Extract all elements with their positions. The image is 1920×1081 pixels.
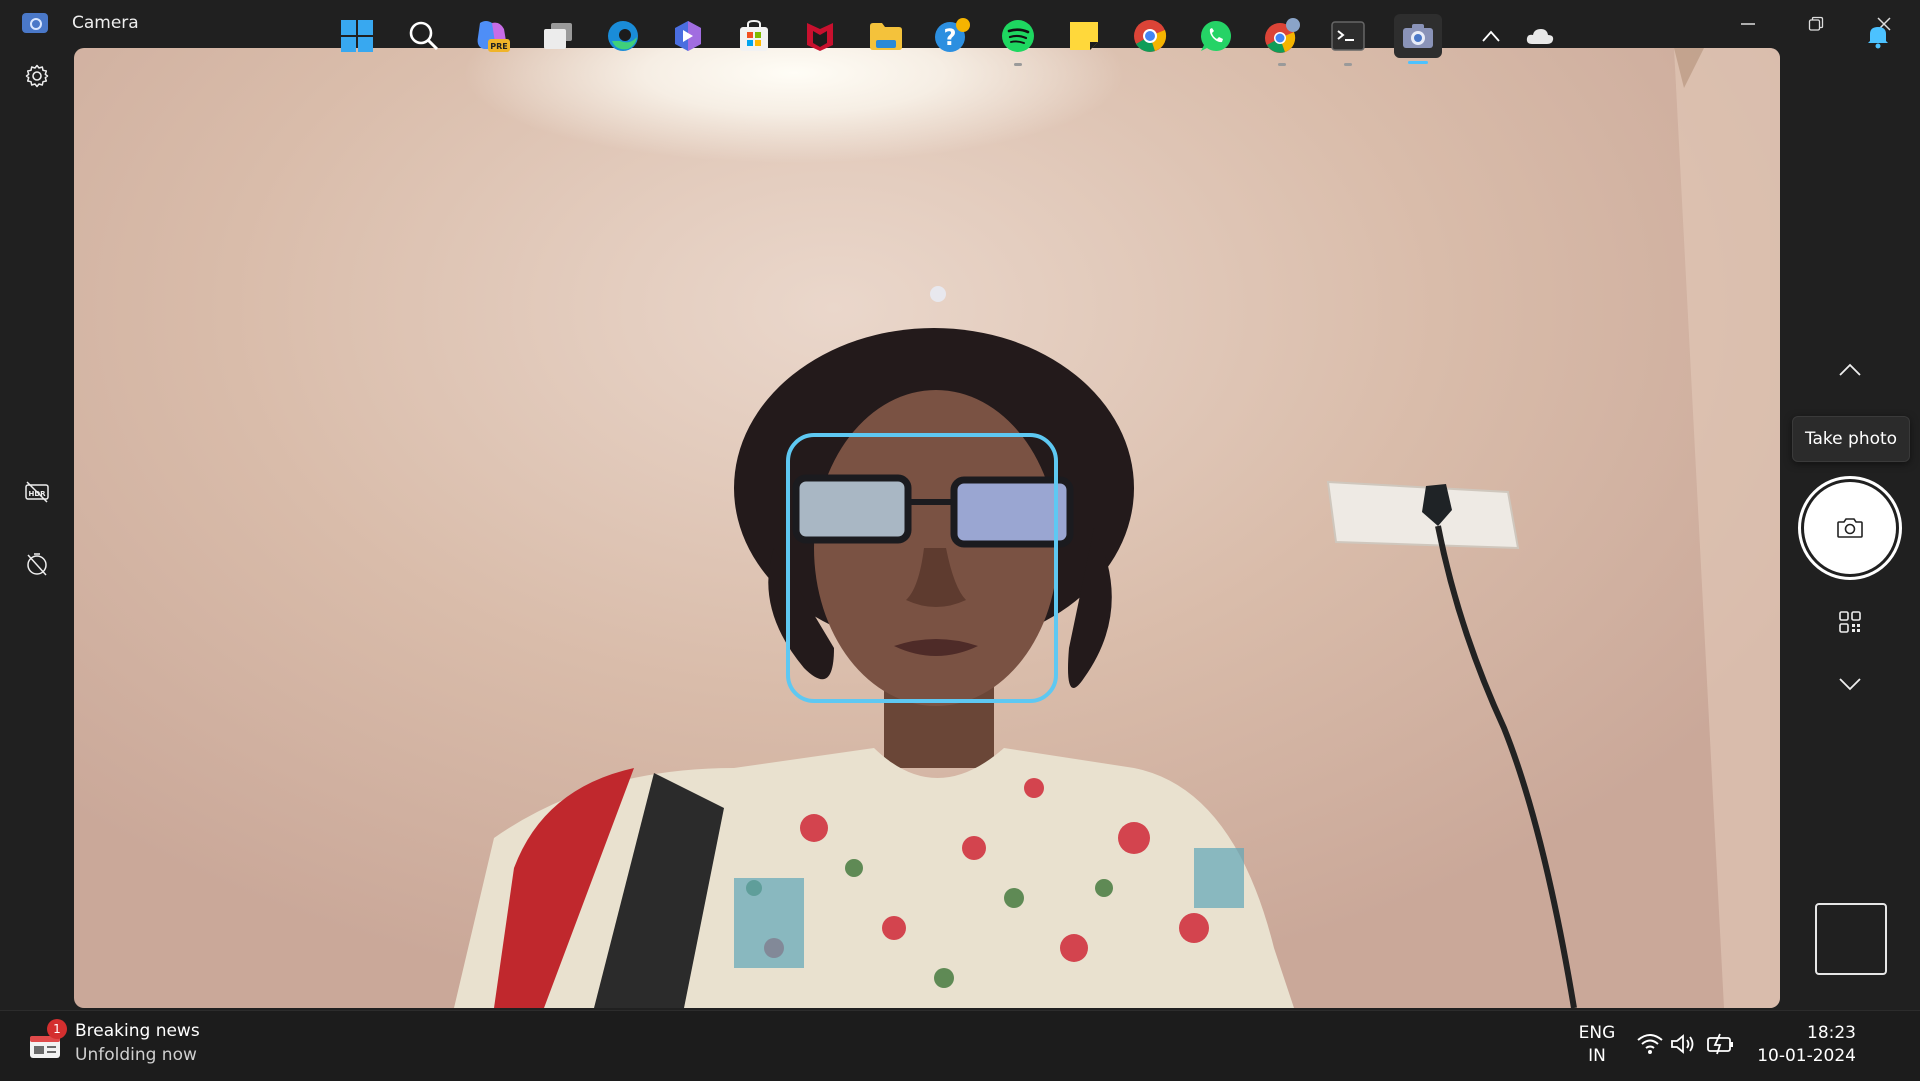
mode-up-button[interactable] xyxy=(1834,354,1866,386)
camera-taskbar-button[interactable] xyxy=(1394,14,1442,64)
restore-button[interactable] xyxy=(1782,0,1850,48)
cloud-icon xyxy=(1526,29,1554,44)
hdr-toggle-button[interactable]: HDR xyxy=(21,476,53,508)
left-control-rail xyxy=(0,48,74,1010)
chevron-down-icon xyxy=(1839,678,1861,691)
news-badge: 1 xyxy=(47,1019,67,1039)
file-explorer-button[interactable] xyxy=(866,16,906,56)
terminal-running-indicator xyxy=(1344,63,1352,66)
chevron-up-icon xyxy=(1482,30,1500,42)
battery-charging-icon xyxy=(1707,1033,1733,1055)
timer-toggle-button[interactable] xyxy=(21,548,53,580)
terminal-icon xyxy=(1331,21,1365,51)
copilot-pre-icon: PRE xyxy=(477,21,510,52)
language-code: ENG xyxy=(1578,1023,1616,1043)
chevron-up-icon xyxy=(1839,363,1861,376)
qr-code-scan-button[interactable] xyxy=(1834,606,1866,638)
copilot-button[interactable]: PRE xyxy=(472,16,512,56)
taskbar xyxy=(0,1010,1920,1081)
mode-down-button[interactable] xyxy=(1834,668,1866,700)
bing-icon xyxy=(675,21,701,51)
spotify-running-indicator xyxy=(1014,63,1022,66)
store-button[interactable] xyxy=(734,16,774,56)
restore-icon xyxy=(1808,16,1824,31)
face-detection-box xyxy=(786,433,1058,703)
news-title: Breaking news xyxy=(75,1021,200,1041)
whatsapp-button[interactable] xyxy=(1196,16,1236,56)
store-icon xyxy=(740,19,768,51)
whatsapp-icon xyxy=(1201,21,1231,52)
region-code: IN xyxy=(1588,1046,1606,1066)
clock-time: 18:23 xyxy=(1807,1023,1856,1043)
task-view-button[interactable] xyxy=(538,16,578,56)
folder-icon xyxy=(870,23,902,50)
mcafee-button[interactable] xyxy=(800,16,840,56)
bell-icon xyxy=(1868,27,1888,49)
camera-viewfinder[interactable] xyxy=(74,48,1780,1008)
last-capture-thumbnail[interactable] xyxy=(1815,903,1887,975)
sticky-notes-icon xyxy=(1070,22,1098,50)
camera-icon xyxy=(1837,518,1863,538)
svg-text:PRE: PRE xyxy=(490,42,508,51)
show-hidden-icons-button[interactable] xyxy=(1471,16,1511,56)
help-icon: ? xyxy=(935,18,970,52)
camera-app-icon xyxy=(22,13,48,33)
spotify-button[interactable] xyxy=(998,16,1038,66)
svg-text:?: ? xyxy=(944,26,957,51)
volume-icon xyxy=(1671,1034,1694,1054)
clock[interactable]: 18:23 10-01-2024 xyxy=(1756,1020,1856,1070)
language-indicator[interactable]: ENG IN xyxy=(1570,1020,1624,1070)
mcafee-icon xyxy=(807,23,833,51)
camera-active-indicator xyxy=(1408,61,1428,64)
windows-icon xyxy=(341,20,373,52)
edge-icon xyxy=(608,21,638,51)
take-photo-tooltip: Take photo xyxy=(1792,416,1910,462)
spotify-icon xyxy=(1002,20,1034,52)
wifi-icon xyxy=(1637,1034,1663,1054)
chrome-profile-running-indicator xyxy=(1278,63,1286,66)
settings-button[interactable] xyxy=(21,60,53,92)
camera-icon xyxy=(1403,24,1433,48)
start-button[interactable] xyxy=(337,16,377,56)
minimize-button[interactable] xyxy=(1714,0,1782,48)
take-photo-button[interactable] xyxy=(1798,476,1902,580)
task-view-icon xyxy=(544,23,572,49)
sticky-notes-button[interactable] xyxy=(1064,16,1104,56)
notifications-button[interactable] xyxy=(1858,16,1898,56)
hdr-off-icon: HDR xyxy=(25,481,49,503)
search-button[interactable] xyxy=(404,16,444,56)
chrome-profile-button[interactable] xyxy=(1262,16,1302,66)
clock-date: 10-01-2024 xyxy=(1757,1046,1856,1066)
get-help-button[interactable]: ? xyxy=(932,16,972,56)
qr-code-icon xyxy=(1839,611,1861,633)
search-icon xyxy=(409,21,439,51)
news-subtitle: Unfolding now xyxy=(75,1045,197,1065)
gear-icon xyxy=(25,64,49,88)
window-title: Camera xyxy=(72,13,139,33)
quick-settings-button[interactable] xyxy=(1636,1026,1738,1062)
onedrive-button[interactable] xyxy=(1520,16,1560,56)
edge-button[interactable] xyxy=(603,16,643,56)
minimize-icon xyxy=(1741,23,1755,25)
bing-button[interactable] xyxy=(668,16,708,56)
svg-text:HDR: HDR xyxy=(28,490,46,498)
terminal-button[interactable] xyxy=(1328,16,1368,66)
chrome-icon xyxy=(1134,20,1167,52)
chrome-profile-icon xyxy=(1265,18,1300,53)
timer-off-icon xyxy=(27,553,47,576)
chrome-button[interactable] xyxy=(1130,16,1170,56)
